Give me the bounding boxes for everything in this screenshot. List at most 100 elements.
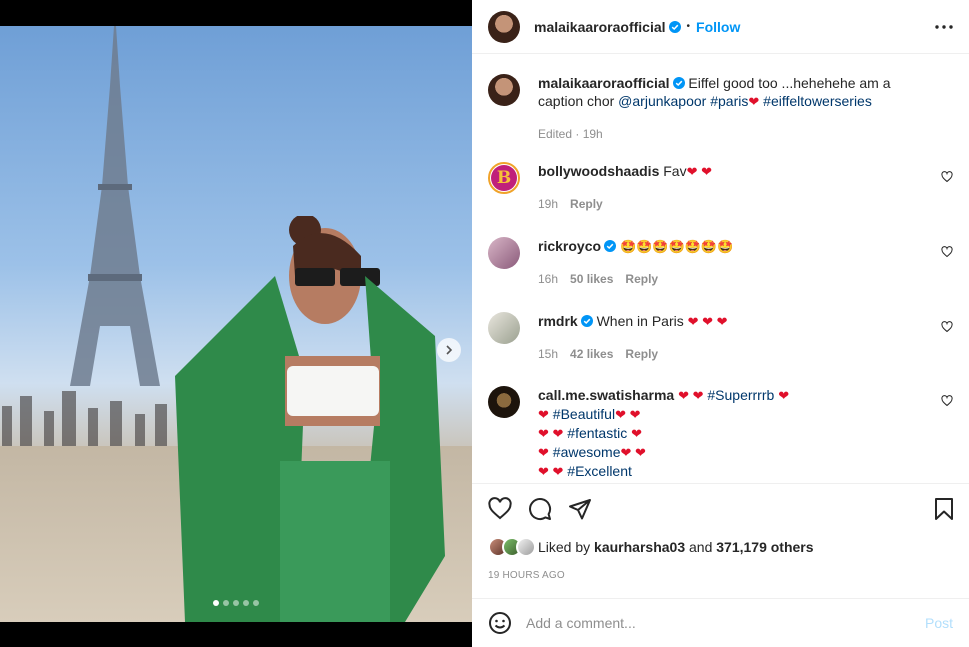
chevron-right-icon	[446, 345, 453, 355]
author-avatar[interactable]	[488, 10, 520, 43]
comment-time: 19h	[538, 197, 559, 211]
save-bookmark-icon[interactable]	[933, 497, 955, 521]
next-slide-button[interactable]	[437, 338, 461, 362]
heart-emoji: ❤ ❤	[678, 388, 704, 403]
like-comment-icon[interactable]	[941, 246, 953, 258]
heart-emoji: ❤ ❤	[538, 426, 564, 441]
comment-meta: 19h Reply	[538, 195, 931, 213]
carousel-dot	[213, 600, 219, 606]
reply-button[interactable]: Reply	[625, 345, 658, 363]
like-comment-icon[interactable]	[941, 321, 953, 333]
comment-body: rickroyco 🤩🤩🤩🤩🤩🤩🤩 16h 50 likes Reply	[538, 237, 953, 288]
author-avatar[interactable]	[488, 74, 520, 106]
verified-badge-icon	[604, 240, 617, 252]
action-bar	[488, 492, 955, 526]
comment-meta: 16h 50 likes Reply	[538, 270, 931, 288]
commenter-avatar[interactable]	[488, 312, 520, 344]
commenter-avatar[interactable]: B	[488, 162, 520, 194]
comment-likes[interactable]: 50 likes	[570, 270, 613, 288]
comment-emoji: 🤩🤩🤩🤩🤩🤩🤩	[619, 239, 734, 254]
caption-edited-time: Edited · 19h	[538, 127, 603, 141]
commenter-avatar[interactable]	[488, 237, 520, 269]
like-heart-icon[interactable]	[488, 497, 512, 521]
heart-emoji: ❤ ❤	[620, 445, 646, 460]
post-details-panel: malaikaaroraofficial • Follow malaikaaro…	[472, 0, 969, 647]
add-comment-input[interactable]	[526, 615, 925, 631]
mention-link[interactable]: @arjunkapoor	[618, 93, 706, 109]
verified-badge-icon	[580, 315, 593, 327]
heart-emoji: ❤	[748, 94, 760, 109]
hashtag-link[interactable]: #paris	[710, 93, 748, 109]
heart-emoji: ❤ ❤ ❤	[687, 314, 728, 329]
comments-list[interactable]: malaikaaroraofficial Eiffel good too ...…	[472, 54, 969, 484]
comment-username[interactable]: rmdrk	[538, 313, 578, 329]
comment-time: 16h	[538, 272, 559, 286]
heart-emoji: ❤ ❤	[615, 407, 641, 422]
comment-body: bollywoodshaadis Fav❤ ❤ 19h Reply	[538, 162, 953, 213]
liker-username[interactable]: kaurharsha03	[594, 539, 685, 555]
carousel-dot	[233, 600, 239, 606]
heart-emoji: ❤	[778, 388, 790, 403]
carousel-dot	[243, 600, 249, 606]
hashtag-link[interactable]: #Superrrrb	[707, 387, 774, 403]
hashtag-link[interactable]: #eiffeltowerseries	[763, 93, 872, 109]
comment-item: call.me.swatisharma ❤ ❤ #Superrrrb ❤ ❤ #…	[488, 386, 953, 481]
more-options-icon[interactable]	[935, 24, 953, 29]
hashtag-link[interactable]: #awesome	[553, 444, 621, 460]
follow-button[interactable]: Follow	[696, 19, 740, 35]
post-header: malaikaaroraofficial • Follow	[472, 0, 969, 54]
verified-badge-icon	[672, 77, 685, 89]
header-separator: •	[686, 21, 691, 32]
like-comment-icon[interactable]	[941, 395, 953, 407]
comment-body: rmdrk When in Paris ❤ ❤ ❤ 15h 42 likes Rep…	[538, 312, 953, 363]
heart-emoji: ❤ ❤	[538, 464, 564, 479]
hashtag-link[interactable]: #Excellent	[567, 463, 632, 479]
add-comment-bar: Post	[472, 598, 969, 647]
carousel-dot	[253, 600, 259, 606]
hashtag-link[interactable]: #Beautiful	[553, 406, 615, 422]
comment-item: rickroyco 🤩🤩🤩🤩🤩🤩🤩 16h 50 likes Reply	[488, 237, 953, 288]
comment-text: Fav	[663, 163, 687, 179]
caption: malaikaaroraofficial Eiffel good too ...…	[488, 74, 953, 143]
post-photo[interactable]	[0, 26, 472, 622]
carousel-dot	[223, 600, 229, 606]
author-username[interactable]: malaikaaroraofficial	[534, 19, 666, 35]
comment-likes[interactable]: 42 likes	[570, 345, 613, 363]
post-timestamp[interactable]: 19 HOURS AGO	[488, 570, 565, 581]
comment-meta: 15h 42 likes Reply	[538, 345, 931, 363]
comment-text: When in Paris	[596, 313, 684, 329]
carousel-dots	[0, 600, 472, 606]
caption-username[interactable]: malaikaaroraofficial	[538, 75, 670, 91]
liker-avatar[interactable]	[516, 537, 536, 557]
post-comment-button[interactable]: Post	[925, 615, 953, 631]
comment-time: 15h	[538, 347, 559, 361]
heart-emoji: ❤ ❤	[686, 164, 712, 179]
share-icon[interactable]	[568, 497, 592, 521]
comment-item: rmdrk When in Paris ❤ ❤ ❤ 15h 42 likes Rep…	[488, 312, 953, 363]
like-comment-icon[interactable]	[941, 171, 953, 183]
heart-emoji: ❤	[538, 407, 549, 422]
commenter-avatar[interactable]	[488, 386, 520, 418]
caption-meta: Edited · 19h	[538, 125, 931, 143]
reply-button[interactable]: Reply	[570, 195, 603, 213]
reply-button[interactable]: Reply	[625, 270, 658, 288]
likes-count[interactable]: 371,179 others	[716, 539, 813, 555]
emoji-icon[interactable]	[488, 611, 512, 635]
comment-body: call.me.swatisharma ❤ ❤ #Superrrrb ❤ ❤ #…	[538, 386, 953, 481]
post-media	[0, 0, 472, 647]
liker-avatars	[488, 537, 536, 557]
brand-logo: B	[491, 165, 517, 191]
likes-summary: Liked by kaurharsha03 and 371,179 others	[488, 537, 814, 557]
woman-in-green-suit-illustration	[175, 216, 445, 622]
comment-username[interactable]: bollywoodshaadis	[538, 163, 659, 179]
liked-by-prefix: Liked by	[538, 539, 591, 555]
heart-emoji: ❤	[538, 445, 549, 460]
hashtag-link[interactable]: #fentastic	[567, 425, 627, 441]
comment-username[interactable]: rickroyco	[538, 238, 601, 254]
comment-icon[interactable]	[528, 497, 552, 521]
caption-body: malaikaaroraofficial Eiffel good too ...…	[538, 74, 953, 143]
comment-username[interactable]: call.me.swatisharma	[538, 387, 674, 403]
heart-emoji: ❤	[631, 426, 643, 441]
eiffel-tower-illustration	[70, 26, 160, 386]
verified-badge-icon	[668, 20, 681, 33]
